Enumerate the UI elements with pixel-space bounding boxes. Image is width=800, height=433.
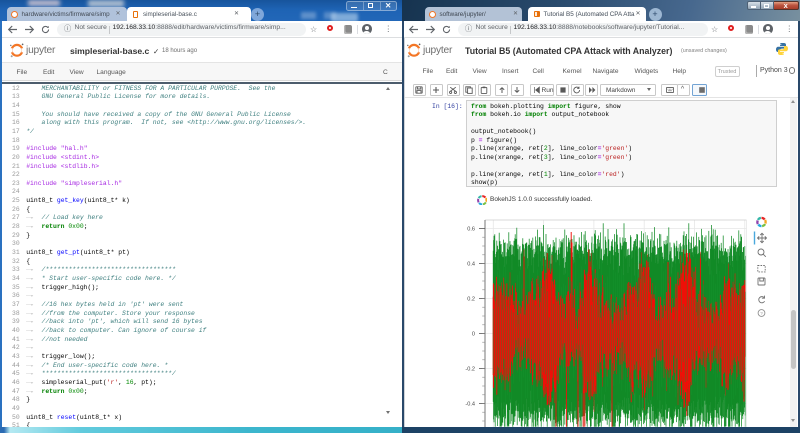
svg-text:0.4: 0.4 — [467, 262, 475, 268]
svg-text:0: 0 — [472, 332, 475, 338]
svg-text:0.2: 0.2 — [467, 297, 475, 303]
svg-text:?: ? — [760, 311, 763, 316]
svg-text:-0.2: -0.2 — [465, 367, 475, 373]
svg-text:0.6: 0.6 — [467, 227, 475, 233]
svg-text:-0.4: -0.4 — [465, 402, 475, 408]
